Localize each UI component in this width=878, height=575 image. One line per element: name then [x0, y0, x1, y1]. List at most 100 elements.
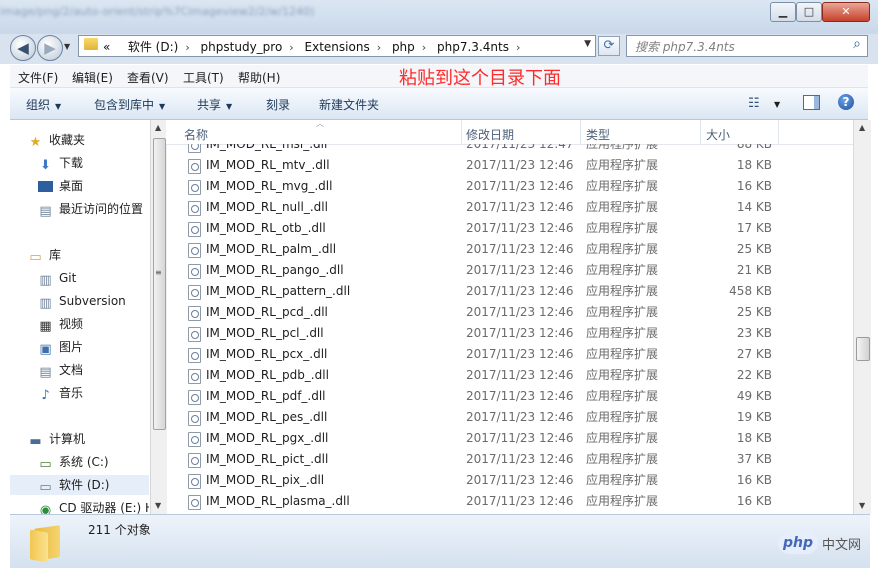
scroll-up-icon[interactable]: ▲ — [155, 123, 161, 132]
address-bar[interactable]: « 软件 (D:) › phpstudy_pro › Extensions › php… — [78, 35, 596, 57]
nav-item-drive-c[interactable]: ▭ 系统 (C:) — [38, 452, 108, 472]
file-type: 应用程序扩展 — [586, 410, 659, 424]
address-dropdown-icon[interactable]: ▼ — [584, 39, 591, 49]
column-header-date[interactable]: 修改日期 — [466, 126, 514, 143]
maximize-button[interactable]: □ — [796, 2, 822, 22]
nav-item-label: 最近访问的位置 — [59, 202, 144, 216]
minimize-button[interactable]: ▁ — [770, 2, 796, 22]
file-type: 应用程序扩展 — [586, 305, 659, 319]
dll-file-icon — [188, 327, 201, 342]
view-icon[interactable]: ☷ — [748, 96, 760, 111]
column-divider[interactable] — [700, 120, 701, 144]
nav-computer[interactable]: ▬ 计算机 — [28, 429, 85, 449]
nav-libraries[interactable]: ▭ 库 — [28, 245, 61, 265]
file-list-scrollbar[interactable]: ▲ ▼ — [853, 120, 871, 514]
table-row[interactable]: IM_MOD_RL_pgx_.dll 2017/11/23 12:46 应用程序扩展… — [166, 428, 853, 449]
breadcrumb-separator[interactable]: › — [185, 41, 189, 54]
column-header-name[interactable]: 名称 — [184, 126, 208, 143]
nav-item-pictures[interactable]: ▣ 图片 — [38, 337, 83, 357]
breadcrumb-overflow[interactable]: « — [103, 40, 110, 54]
nav-item-videos[interactable]: ▦ 视频 — [38, 314, 83, 334]
nav-pane-scrollbar[interactable]: ▲ ≡ ▼ — [150, 120, 167, 514]
breadcrumb-separator — [117, 41, 121, 54]
annotation-text: 粘贴到这个目录下面 — [399, 68, 561, 89]
nav-item-git[interactable]: ▥ Git — [38, 268, 76, 288]
breadcrumb-item[interactable]: 软件 (D:) — [128, 40, 178, 54]
file-name: IM_MOD_RL_pix_.dll — [206, 473, 325, 487]
table-row[interactable]: IM_MOD_RL_pdb_.dll 2017/11/23 12:46 应用程序扩展… — [166, 365, 853, 386]
file-name: IM_MOD_RL_pdb_.dll — [206, 368, 329, 382]
column-header-type[interactable]: 类型 — [586, 126, 610, 143]
scrollbar-thumb[interactable] — [856, 337, 870, 361]
menu-tools[interactable]: 工具(T) — [183, 69, 224, 86]
new-folder-button[interactable]: 新建文件夹 — [319, 96, 379, 113]
breadcrumb-item[interactable]: phpstudy_pro — [201, 40, 283, 54]
table-row[interactable]: IM_MOD_RL_pict_.dll 2017/11/23 12:46 应用程序扩… — [166, 449, 853, 470]
view-dropdown-icon[interactable]: ▼ — [774, 100, 780, 109]
nav-item-documents[interactable]: ▤ 文档 — [38, 360, 83, 380]
refresh-icon[interactable]: ⟳ — [598, 36, 620, 56]
column-divider[interactable] — [778, 120, 779, 144]
menu-view[interactable]: 查看(V) — [127, 69, 169, 86]
table-row[interactable]: IM_MOD_RL_null_.dll 2017/11/23 12:46 应用程序扩… — [166, 197, 853, 218]
menu-edit[interactable]: 编辑(E) — [72, 69, 113, 86]
table-row[interactable]: IM_MOD_RL_pcl_.dll 2017/11/23 12:46 应用程序扩展… — [166, 323, 853, 344]
scroll-down-icon[interactable]: ▼ — [859, 501, 865, 510]
search-input[interactable]: 搜索 php7.3.4nts ⌕ — [626, 35, 868, 57]
recent-pages-dropdown[interactable]: ▼ — [64, 42, 70, 51]
table-row[interactable]: IM_MOD_RL_pattern_.dll 2017/11/23 12:46 应用… — [166, 281, 853, 302]
close-button[interactable]: ✕ — [822, 2, 870, 22]
table-row[interactable]: IM_MOD_RL_pcd_.dll 2017/11/23 12:46 应用程序扩展… — [166, 302, 853, 323]
column-divider[interactable] — [461, 120, 462, 144]
nav-item-label: Git — [59, 271, 77, 285]
column-divider[interactable] — [580, 120, 581, 144]
breadcrumb-separator[interactable]: › — [516, 41, 520, 54]
nav-item-subversion[interactable]: ▥ Subversion — [38, 291, 125, 311]
table-row[interactable]: IM_MOD_RL_msl_.dll 2017/11/23 12:47 应用程序扩展… — [166, 144, 853, 155]
table-row[interactable]: IM_MOD_RL_pcx_.dll 2017/11/23 12:46 应用程序扩展… — [166, 344, 853, 365]
preview-pane-icon[interactable] — [803, 95, 820, 110]
nav-favorites[interactable]: ★ 收藏夹 — [28, 130, 85, 150]
breadcrumb-separator[interactable]: › — [377, 41, 381, 54]
nav-item-downloads[interactable]: ⬇ 下载 — [38, 153, 83, 173]
nav-item-label: 下载 — [59, 156, 84, 170]
column-header-size[interactable]: 大小 — [706, 126, 730, 143]
table-row[interactable]: IM_MOD_RL_mtv_.dll 2017/11/23 12:46 应用程序扩展… — [166, 155, 853, 176]
table-row[interactable]: IM_MOD_RL_palm_.dll 2017/11/23 12:46 应用程序扩… — [166, 239, 853, 260]
table-row[interactable]: IM_MOD_RL_pdf_.dll 2017/11/23 12:46 应用程序扩展… — [166, 386, 853, 407]
forward-button[interactable]: ▶ — [37, 35, 63, 61]
file-size: 27 KB — [736, 347, 772, 361]
breadcrumb-item[interactable]: Extensions — [305, 40, 370, 54]
scrollbar-thumb[interactable] — [153, 138, 166, 430]
menu-file[interactable]: 文件(F) — [18, 69, 58, 86]
table-row[interactable]: IM_MOD_RL_pango_.dll 2017/11/23 12:46 应用程序… — [166, 260, 853, 281]
include-in-library-button[interactable]: 包含到库中 ▼ — [94, 96, 165, 113]
scroll-up-icon[interactable]: ▲ — [859, 123, 865, 132]
nav-item-label: 音乐 — [59, 386, 84, 400]
help-icon[interactable]: ? — [838, 94, 854, 110]
table-row[interactable]: IM_MOD_RL_otb_.dll 2017/11/23 12:46 应用程序扩展… — [166, 218, 853, 239]
nav-item-drive-d[interactable]: ▭ 软件 (D:) — [10, 475, 149, 495]
share-button[interactable]: 共享 ▼ — [197, 96, 232, 113]
file-date: 2017/11/23 12:46 — [466, 473, 574, 487]
breadcrumb-separator[interactable]: › — [289, 41, 293, 54]
table-row[interactable]: IM_MOD_RL_plasma_.dll 2017/11/23 12:46 应用程… — [166, 491, 853, 512]
nav-item-desktop[interactable]: 桌面 — [38, 176, 83, 196]
breadcrumb-item[interactable]: php7.3.4nts — [437, 40, 509, 54]
scroll-down-icon[interactable]: ▼ — [155, 501, 161, 510]
burn-button[interactable]: 刻录 — [266, 96, 290, 113]
breadcrumb-separator[interactable]: › — [422, 41, 426, 54]
table-row[interactable]: IM_MOD_RL_pes_.dll 2017/11/23 12:46 应用程序扩展… — [166, 407, 853, 428]
nav-item-music[interactable]: ♪ 音乐 — [38, 383, 83, 403]
back-button[interactable]: ◀ — [10, 35, 36, 61]
breadcrumb-item[interactable]: php — [392, 40, 415, 54]
file-date: 2017/11/23 12:46 — [466, 410, 574, 424]
menu-help[interactable]: 帮助(H) — [238, 69, 280, 86]
table-row[interactable]: IM_MOD_RL_mvg_.dll 2017/11/23 12:46 应用程序扩展… — [166, 176, 853, 197]
organize-button[interactable]: 组织 ▼ — [26, 96, 61, 113]
table-row[interactable]: IM_MOD_RL_pix_.dll 2017/11/23 12:46 应用程序扩展… — [166, 470, 853, 491]
nav-item-cd-drive[interactable]: ◉ CD 驱动器 (E:) H — [38, 498, 149, 514]
nav-item-recent[interactable]: ▤ 最近访问的位置 — [38, 199, 143, 219]
search-icon[interactable]: ⌕ — [853, 36, 861, 52]
dll-file-icon — [188, 285, 201, 300]
